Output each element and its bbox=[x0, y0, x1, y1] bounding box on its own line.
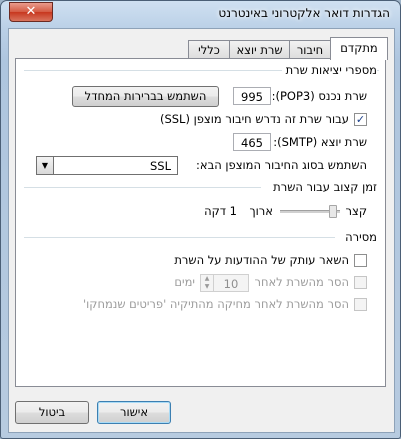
ssl-required-checkbox[interactable]: ✓ bbox=[354, 113, 367, 126]
timeout-short-label: קצר bbox=[345, 204, 367, 218]
tab-general[interactable]: כללי bbox=[188, 40, 230, 59]
outgoing-port-input[interactable]: 465 bbox=[233, 133, 271, 151]
remove-after-checkbox[interactable] bbox=[354, 276, 367, 289]
remove-after-days-input[interactable]: 10 bbox=[213, 274, 249, 292]
close-button[interactable]: ✕ bbox=[9, 2, 53, 22]
delivery-group-title: מסירה bbox=[341, 230, 377, 244]
timeout-slider-thumb[interactable] bbox=[329, 205, 338, 218]
dialog-window: הגדרות דואר אלקטרוני באינטרנט ✕ מתקדם חי… bbox=[0, 0, 401, 439]
incoming-server-label: שרת נכנס (POP3): bbox=[271, 89, 367, 103]
tab-outgoing-server[interactable]: שרת יוצא bbox=[229, 40, 290, 59]
tab-advanced[interactable]: מתקדם bbox=[330, 37, 388, 60]
outgoing-server-label: שרת יוצא (SMTP): bbox=[273, 135, 367, 149]
check-icon: ✓ bbox=[355, 113, 366, 126]
close-icon: ✕ bbox=[25, 4, 37, 19]
chevron-down-icon: ▼ bbox=[37, 157, 54, 174]
encryption-type-dropdown[interactable]: SSL ▼ bbox=[36, 156, 178, 175]
group-separator bbox=[24, 187, 261, 188]
encryption-type-label: השתמש בסוג החיבור המוצפן הבא: bbox=[196, 158, 367, 172]
remove-when-deleted-label: הסר מהשרת לאחר מחיקה מהתיקיה 'פריטים שנמ… bbox=[82, 297, 349, 311]
advanced-panel: מספרי יציאות שרת שרת נכנס (POP3): 995 הש… bbox=[15, 58, 386, 387]
remove-after-label: הסר מהשרת לאחר bbox=[254, 275, 349, 289]
incoming-port-input[interactable]: 995 bbox=[233, 87, 271, 105]
ssl-required-label: עבור שרת זה נדרש חיבור מוצפן (SSL) bbox=[159, 112, 349, 126]
group-separator bbox=[24, 237, 335, 238]
tab-connection[interactable]: חיבור bbox=[289, 40, 331, 59]
timeout-long-label: ארוך bbox=[249, 204, 274, 218]
cancel-button[interactable]: ביטול bbox=[15, 401, 89, 424]
use-defaults-button[interactable]: השתמש בברירות המחדל bbox=[72, 86, 219, 107]
server-timeouts-group-title: זמן קצוב עבור השרת bbox=[269, 180, 377, 194]
days-label: ימים bbox=[174, 275, 195, 289]
timeout-value-label: 1 דקה bbox=[204, 204, 237, 218]
days-spinner[interactable]: ▲ ▼ bbox=[200, 274, 214, 292]
ok-button[interactable]: אישור bbox=[97, 401, 171, 424]
encryption-type-value: SSL bbox=[149, 159, 171, 173]
remove-when-deleted-checkbox[interactable] bbox=[354, 298, 367, 311]
title-bar: הגדרות דואר אלקטרוני באינטרנט ✕ bbox=[1, 1, 400, 27]
dialog-client: מתקדם חיבור שרת יוצא כללי מספרי יציאות ש… bbox=[8, 28, 395, 433]
leave-copy-checkbox[interactable] bbox=[354, 254, 367, 267]
window-title: הגדרות דואר אלקטרוני באינטרנט bbox=[218, 6, 390, 20]
leave-copy-label: השאר עותק של ההודעות על השרת bbox=[174, 253, 349, 267]
spin-down-icon: ▼ bbox=[204, 283, 210, 290]
tab-strip: מתקדם חיבור שרת יוצא כללי bbox=[15, 37, 388, 60]
server-ports-group-title: מספרי יציאות שרת bbox=[281, 63, 377, 77]
spin-up-icon: ▲ bbox=[204, 275, 210, 282]
